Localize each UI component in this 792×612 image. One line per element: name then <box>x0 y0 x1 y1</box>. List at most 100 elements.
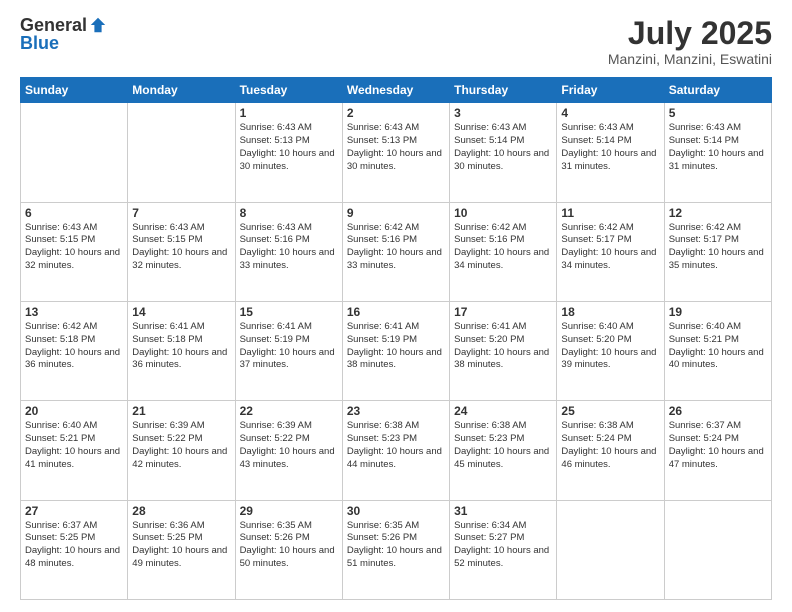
cell-info: Sunrise: 6:43 AM Sunset: 5:14 PM Dayligh… <box>669 122 767 173</box>
day-number: 6 <box>25 206 123 220</box>
location-title: Manzini, Manzini, Eswatini <box>608 51 772 67</box>
day-number: 23 <box>347 404 445 418</box>
page: General Blue July 2025 Manzini, Manzini,… <box>0 0 792 612</box>
table-row: 21 Sunrise: 6:39 AM Sunset: 5:22 PM Dayli… <box>128 401 235 500</box>
day-number: 8 <box>240 206 338 220</box>
cell-info: Sunrise: 6:40 AM Sunset: 5:21 PM Dayligh… <box>669 321 767 372</box>
day-number: 17 <box>454 305 552 319</box>
table-row: 16 Sunrise: 6:41 AM Sunset: 5:19 PM Dayli… <box>342 301 449 400</box>
cell-info: Sunrise: 6:42 AM Sunset: 5:17 PM Dayligh… <box>669 222 767 273</box>
cell-info: Sunrise: 6:40 AM Sunset: 5:20 PM Dayligh… <box>561 321 659 372</box>
table-row <box>557 500 664 599</box>
header: General Blue July 2025 Manzini, Manzini,… <box>20 16 772 67</box>
cell-info: Sunrise: 6:39 AM Sunset: 5:22 PM Dayligh… <box>132 420 230 471</box>
day-number: 28 <box>132 504 230 518</box>
cell-info: Sunrise: 6:41 AM Sunset: 5:20 PM Dayligh… <box>454 321 552 372</box>
cell-info: Sunrise: 6:37 AM Sunset: 5:24 PM Dayligh… <box>669 420 767 471</box>
table-row: 14Sunrise: 6:41 AM Sunset: 5:18 PM Dayli… <box>128 301 235 400</box>
day-number: 25 <box>561 404 659 418</box>
cell-info: Sunrise: 6:41 AM Sunset: 5:19 PM Dayligh… <box>347 321 445 372</box>
col-thursday: Thursday <box>450 78 557 103</box>
day-number: 29 <box>240 504 338 518</box>
cell-info: Sunrise: 6:42 AM Sunset: 5:18 PM Dayligh… <box>25 321 123 372</box>
cell-info: Sunrise: 6:35 AM Sunset: 5:26 PM Dayligh… <box>240 520 338 571</box>
table-row: 26 Sunrise: 6:37 AM Sunset: 5:24 PM Dayli… <box>664 401 771 500</box>
cell-info: Sunrise: 6:43 AM Sunset: 5:15 PM Dayligh… <box>132 222 230 273</box>
table-row: 11Sunrise: 6:42 AM Sunset: 5:17 PM Dayli… <box>557 202 664 301</box>
col-wednesday: Wednesday <box>342 78 449 103</box>
table-row <box>664 500 771 599</box>
cell-info: Sunrise: 6:39 AM Sunset: 5:22 PM Dayligh… <box>240 420 338 471</box>
day-number: 19 <box>669 305 767 319</box>
cell-info: Sunrise: 6:43 AM Sunset: 5:13 PM Dayligh… <box>240 122 338 173</box>
col-tuesday: Tuesday <box>235 78 342 103</box>
day-number: 10 <box>454 206 552 220</box>
table-row <box>21 103 128 202</box>
table-row <box>128 103 235 202</box>
cell-info: Sunrise: 6:43 AM Sunset: 5:16 PM Dayligh… <box>240 222 338 273</box>
table-row: 23 Sunrise: 6:38 AM Sunset: 5:23 PM Dayli… <box>342 401 449 500</box>
table-row: 22 Sunrise: 6:39 AM Sunset: 5:22 PM Dayli… <box>235 401 342 500</box>
table-row: 1 Sunrise: 6:43 AM Sunset: 5:13 PM Daylig… <box>235 103 342 202</box>
calendar-table: Sunday Monday Tuesday Wednesday Thursday… <box>20 77 772 600</box>
day-number: 7 <box>132 206 230 220</box>
title-block: July 2025 Manzini, Manzini, Eswatini <box>608 16 772 67</box>
day-number: 24 <box>454 404 552 418</box>
cell-info: Sunrise: 6:36 AM Sunset: 5:25 PM Dayligh… <box>132 520 230 571</box>
calendar-week-row: 13 Sunrise: 6:42 AM Sunset: 5:18 PM Dayli… <box>21 301 772 400</box>
table-row: 15 Sunrise: 6:41 AM Sunset: 5:19 PM Dayli… <box>235 301 342 400</box>
day-number: 9 <box>347 206 445 220</box>
table-row: 8 Sunrise: 6:43 AM Sunset: 5:16 PM Daylig… <box>235 202 342 301</box>
table-row: 13 Sunrise: 6:42 AM Sunset: 5:18 PM Dayli… <box>21 301 128 400</box>
cell-info: Sunrise: 6:37 AM Sunset: 5:25 PM Dayligh… <box>25 520 123 571</box>
calendar-header-row: Sunday Monday Tuesday Wednesday Thursday… <box>21 78 772 103</box>
table-row: 27 Sunrise: 6:37 AM Sunset: 5:25 PM Dayli… <box>21 500 128 599</box>
col-saturday: Saturday <box>664 78 771 103</box>
table-row: 5 Sunrise: 6:43 AM Sunset: 5:14 PM Daylig… <box>664 103 771 202</box>
table-row: 9 Sunrise: 6:42 AM Sunset: 5:16 PM Daylig… <box>342 202 449 301</box>
logo: General Blue <box>20 16 107 52</box>
cell-info: Sunrise: 6:43 AM Sunset: 5:14 PM Dayligh… <box>454 122 552 173</box>
cell-info: Sunrise: 6:43 AM Sunset: 5:15 PM Dayligh… <box>25 222 123 273</box>
table-row: 24 Sunrise: 6:38 AM Sunset: 5:23 PM Dayli… <box>450 401 557 500</box>
day-number: 26 <box>669 404 767 418</box>
cell-info: Sunrise: 6:42 AM Sunset: 5:16 PM Dayligh… <box>347 222 445 273</box>
table-row: 6 Sunrise: 6:43 AM Sunset: 5:15 PM Daylig… <box>21 202 128 301</box>
day-number: 15 <box>240 305 338 319</box>
cell-info: Sunrise: 6:40 AM Sunset: 5:21 PM Dayligh… <box>25 420 123 471</box>
table-row: 25Sunrise: 6:38 AM Sunset: 5:24 PM Dayli… <box>557 401 664 500</box>
calendar-week-row: 6 Sunrise: 6:43 AM Sunset: 5:15 PM Daylig… <box>21 202 772 301</box>
cell-info: Sunrise: 6:38 AM Sunset: 5:23 PM Dayligh… <box>454 420 552 471</box>
day-number: 1 <box>240 106 338 120</box>
day-number: 5 <box>669 106 767 120</box>
col-friday: Friday <box>557 78 664 103</box>
day-number: 22 <box>240 404 338 418</box>
day-number: 27 <box>25 504 123 518</box>
day-number: 16 <box>347 305 445 319</box>
table-row: 20 Sunrise: 6:40 AM Sunset: 5:21 PM Dayli… <box>21 401 128 500</box>
table-row: 12 Sunrise: 6:42 AM Sunset: 5:17 PM Dayli… <box>664 202 771 301</box>
month-title: July 2025 <box>608 16 772 51</box>
day-number: 13 <box>25 305 123 319</box>
day-number: 12 <box>669 206 767 220</box>
cell-info: Sunrise: 6:42 AM Sunset: 5:16 PM Dayligh… <box>454 222 552 273</box>
col-monday: Monday <box>128 78 235 103</box>
calendar-week-row: 20 Sunrise: 6:40 AM Sunset: 5:21 PM Dayli… <box>21 401 772 500</box>
day-number: 20 <box>25 404 123 418</box>
day-number: 31 <box>454 504 552 518</box>
col-sunday: Sunday <box>21 78 128 103</box>
table-row: 7 Sunrise: 6:43 AM Sunset: 5:15 PM Daylig… <box>128 202 235 301</box>
table-row: 3Sunrise: 6:43 AM Sunset: 5:14 PM Daylig… <box>450 103 557 202</box>
cell-info: Sunrise: 6:43 AM Sunset: 5:13 PM Dayligh… <box>347 122 445 173</box>
day-number: 21 <box>132 404 230 418</box>
day-number: 18 <box>561 305 659 319</box>
logo-blue: Blue <box>20 34 107 52</box>
table-row: 31Sunrise: 6:34 AM Sunset: 5:27 PM Dayli… <box>450 500 557 599</box>
cell-info: Sunrise: 6:38 AM Sunset: 5:23 PM Dayligh… <box>347 420 445 471</box>
cell-info: Sunrise: 6:41 AM Sunset: 5:19 PM Dayligh… <box>240 321 338 372</box>
table-row: 28 Sunrise: 6:36 AM Sunset: 5:25 PM Dayli… <box>128 500 235 599</box>
calendar-week-row: 1 Sunrise: 6:43 AM Sunset: 5:13 PM Daylig… <box>21 103 772 202</box>
day-number: 2 <box>347 106 445 120</box>
table-row: 19 Sunrise: 6:40 AM Sunset: 5:21 PM Dayli… <box>664 301 771 400</box>
cell-info: Sunrise: 6:42 AM Sunset: 5:17 PM Dayligh… <box>561 222 659 273</box>
